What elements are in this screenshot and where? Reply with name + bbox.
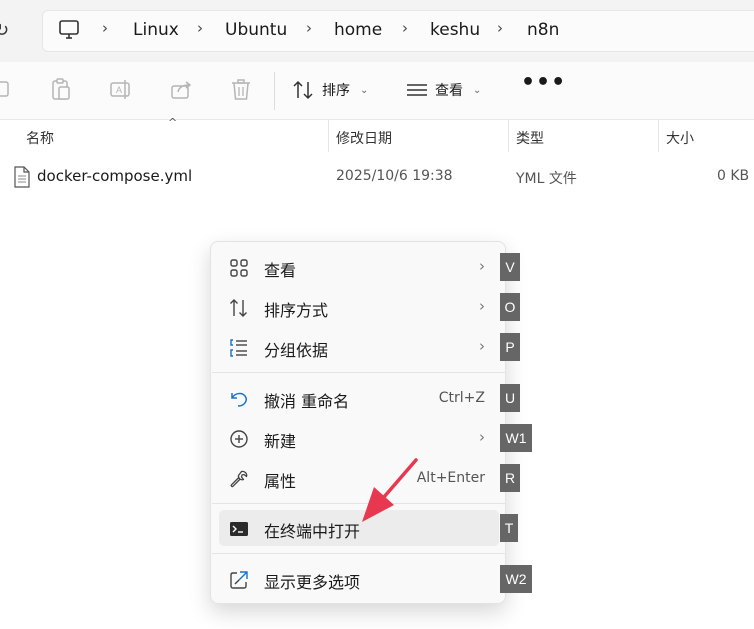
menu-item-new[interactable]: 新建 › <box>219 420 499 456</box>
column-size[interactable]: 大小 <box>666 128 694 148</box>
file-size: 0 KB <box>717 168 750 184</box>
menu-item-show-more-options[interactable]: 显示更多选项 <box>219 561 499 597</box>
more-options-button[interactable]: ••• <box>521 70 566 95</box>
access-key-badge: T <box>500 514 518 542</box>
view-button[interactable]: 查看 ⌄ <box>405 80 481 100</box>
paste-icon[interactable] <box>50 78 72 102</box>
sort-ascending-icon: ^ <box>168 116 178 129</box>
access-key-badge: R <box>500 464 520 492</box>
grid-icon <box>230 259 248 277</box>
wrench-icon <box>230 470 248 488</box>
monitor-icon[interactable] <box>58 20 80 40</box>
menu-item-shortcut: Ctrl+Z <box>438 390 485 406</box>
access-key-badge: O <box>500 293 520 321</box>
menu-item-label: 属性 <box>264 472 297 491</box>
menu-separator <box>212 503 506 504</box>
chevron-right-icon: › <box>479 297 485 315</box>
rename-icon[interactable]: A <box>109 78 133 102</box>
chevron-right-icon: › <box>479 337 485 355</box>
delete-icon[interactable] <box>230 78 252 102</box>
chevron-right-icon[interactable]: › <box>197 19 203 37</box>
access-key-badge: P <box>500 333 520 361</box>
share-icon[interactable] <box>170 78 194 102</box>
menu-item-label: 分组依据 <box>264 341 329 360</box>
chevron-right-icon[interactable]: › <box>497 19 503 37</box>
column-header: ^ 名称 修改日期 类型 大小 <box>0 116 754 152</box>
chevron-right-icon: › <box>479 257 485 275</box>
menu-item-label: 排序方式 <box>264 301 329 320</box>
column-divider[interactable] <box>328 120 329 152</box>
menu-item-label: 查看 <box>264 261 297 280</box>
command-bar: A 排序 ⌄ 查看 ⌄ ••• <box>0 62 754 120</box>
view-lines-icon <box>407 84 427 96</box>
column-divider[interactable] <box>508 120 509 152</box>
access-key-badge: V <box>500 253 520 281</box>
column-divider[interactable] <box>658 120 659 152</box>
chevron-down-icon: ⌄ <box>473 84 482 96</box>
menu-separator <box>212 553 506 554</box>
file-name[interactable]: docker-compose.yml <box>37 167 192 185</box>
sort-button[interactable]: 排序 ⌄ <box>292 80 368 100</box>
svg-text:A: A <box>116 85 122 95</box>
breadcrumb-n8n[interactable]: n8n <box>527 20 559 40</box>
chevron-right-icon[interactable]: › <box>402 19 408 37</box>
view-label: 查看 <box>435 83 463 99</box>
chevron-right-icon: › <box>479 428 485 446</box>
menu-item-label: 显示更多选项 <box>264 573 361 592</box>
menu-item-label: 新建 <box>264 432 297 451</box>
column-type[interactable]: 类型 <box>516 128 544 148</box>
menu-item-shortcut: Alt+Enter <box>416 470 485 486</box>
file-modified: 2025/10/6 19:38 <box>336 168 453 184</box>
group-list-icon <box>230 339 247 357</box>
access-key-badge: W2 <box>500 565 532 593</box>
sort-icon <box>293 80 313 100</box>
sort-icon <box>230 299 247 317</box>
menu-item-properties[interactable]: 属性 Alt+Enter <box>219 460 499 496</box>
menu-item-group-by[interactable]: 分组依据 › <box>219 329 499 365</box>
menu-separator <box>212 372 506 373</box>
column-modified[interactable]: 修改日期 <box>336 128 392 148</box>
menu-item-label: 在终端中打开 <box>264 522 361 541</box>
terminal-icon <box>230 522 248 536</box>
access-key-badge: U <box>500 384 520 412</box>
breadcrumb-keshu[interactable]: keshu <box>430 20 480 40</box>
table-row[interactable]: docker-compose.yml 2025/10/6 19:38 YML 文… <box>0 160 754 194</box>
chevron-down-icon: ⌄ <box>360 84 369 96</box>
access-key-badge: W1 <box>500 424 532 452</box>
menu-item-open-in-terminal[interactable]: 在终端中打开 <box>219 510 499 546</box>
file-icon <box>14 166 30 188</box>
breadcrumb-ubuntu[interactable]: Ubuntu <box>225 20 287 40</box>
open-external-icon <box>230 571 248 589</box>
chevron-right-icon[interactable]: › <box>102 19 108 37</box>
menu-item-label: 撤消 重命名 <box>264 392 350 411</box>
address-bar-region: ↻ › Linux › Ubuntu › home › keshu › n8n <box>0 0 754 62</box>
undo-icon <box>231 392 247 407</box>
menu-item-undo-rename[interactable]: 撤消 重命名 Ctrl+Z <box>219 380 499 416</box>
menu-item-sort-by[interactable]: 排序方式 › <box>219 289 499 325</box>
refresh-icon[interactable]: ↻ <box>0 20 9 41</box>
plus-circle-icon <box>230 430 248 448</box>
breadcrumb-home[interactable]: home <box>334 20 382 40</box>
breadcrumb-linux[interactable]: Linux <box>133 20 179 40</box>
toolbar-divider <box>274 72 275 110</box>
copy-icon[interactable] <box>0 78 12 100</box>
menu-item-view[interactable]: 查看 › <box>219 249 499 285</box>
sort-label: 排序 <box>322 83 350 99</box>
file-type: YML 文件 <box>516 171 577 187</box>
column-name[interactable]: 名称 <box>26 128 54 148</box>
context-menu: 查看 › 排序方式 › 分组依据 › 撤消 重命名 Ctrl+Z 新建 › 属性… <box>210 241 506 604</box>
chevron-right-icon[interactable]: › <box>306 19 312 37</box>
